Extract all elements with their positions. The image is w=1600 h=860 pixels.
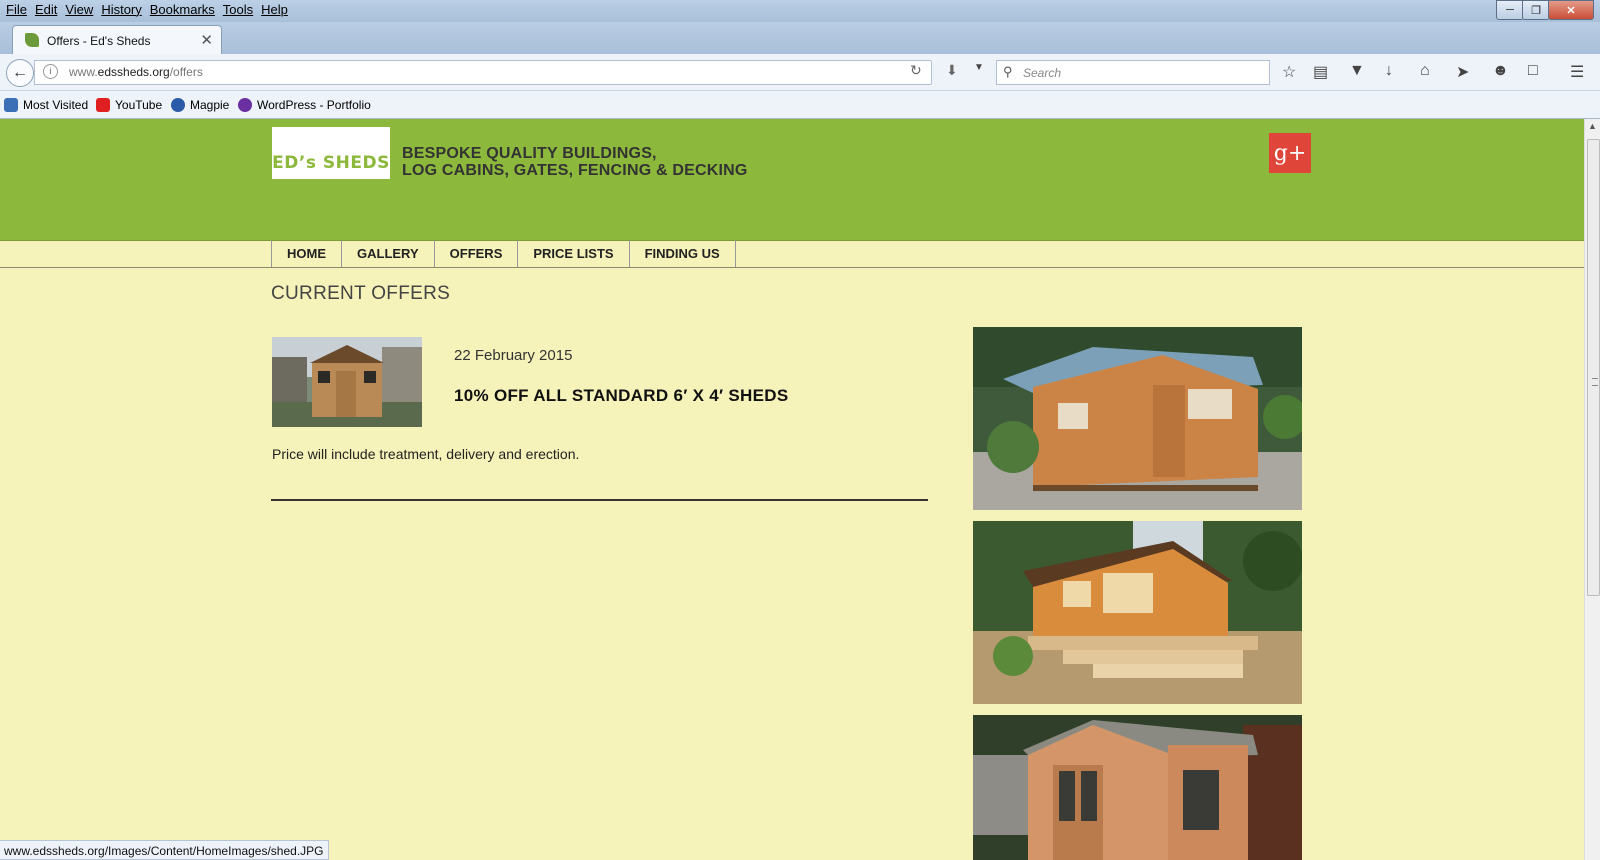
scroll-up-icon[interactable]: ▲ [1588, 121, 1597, 131]
address-bar[interactable]: i www.edssheds.org/offers [34, 60, 932, 85]
restore-button[interactable]: ❐ [1522, 0, 1550, 20]
window-close-button[interactable]: ✕ [1548, 0, 1594, 20]
search-input[interactable]: ⚲ Search [996, 60, 1270, 85]
window-title-bar: File Edit View History Bookmarks Tools H… [0, 0, 1600, 22]
vertical-scrollbar[interactable]: ▲ [1584, 119, 1600, 860]
url-text: www.edssheds.org/offers [69, 65, 203, 79]
site-tagline: BESPOKE QUALITY BUILDINGS, LOG CABINS, G… [402, 145, 748, 179]
menu-view[interactable]: View [61, 2, 97, 17]
window-icon[interactable]: □ [1528, 62, 1538, 80]
menu-bar: File Edit View History Bookmarks Tools H… [2, 2, 292, 17]
menu-bookmarks[interactable]: Bookmarks [146, 2, 219, 17]
bookmark-youtube[interactable]: YouTube [96, 98, 162, 112]
offer-description: Price will include treatment, delivery a… [272, 446, 580, 462]
hamburger-menu-icon[interactable]: ☰ [1570, 62, 1584, 82]
info-icon[interactable]: i [43, 64, 58, 79]
home-icon[interactable]: ⌂ [1420, 62, 1430, 80]
tab-offers[interactable]: Offers - Ed's Sheds ✕ [12, 25, 222, 55]
most-visited-icon [4, 98, 18, 112]
reading-list-icon[interactable]: ▤ [1313, 62, 1328, 82]
tab-title: Offers - Ed's Sheds [47, 34, 151, 48]
pocket-icon[interactable]: ▼ [1349, 62, 1365, 80]
nav-price-lists[interactable]: PRICE LISTS [518, 240, 630, 267]
send-icon[interactable]: ➤ [1456, 62, 1469, 82]
search-icon: ⚲ [1003, 64, 1013, 79]
bookmark-wordpress[interactable]: WordPress - Portfolio [238, 98, 371, 112]
scrollbar-thumb[interactable] [1587, 139, 1600, 596]
gallery-photo-log-cabin[interactable] [973, 521, 1302, 704]
nav-finding-us[interactable]: FINDING US [630, 240, 736, 267]
search-placeholder: Search [1023, 66, 1062, 80]
page-viewport: ED’s SHEDS BESPOKE QUALITY BUILDINGS, LO… [0, 119, 1584, 860]
download-icon[interactable]: ⬇ [946, 62, 958, 79]
offer-divider [271, 499, 928, 501]
nav-home[interactable]: HOME [272, 240, 342, 267]
offer-headline: 10% OFF ALL STANDARD 6′ X 4′ SHEDS [454, 386, 789, 405]
status-bar: www.edssheds.org/Images/Content/HomeImag… [0, 840, 329, 860]
offer-date: 22 February 2015 [454, 347, 573, 364]
gallery-photo-shed[interactable] [973, 327, 1302, 510]
page-title: CURRENT OFFERS [271, 283, 451, 304]
menu-history[interactable]: History [97, 2, 145, 17]
site-favicon-icon [25, 33, 39, 47]
downloads-icon[interactable]: ↓ [1385, 62, 1393, 80]
nav-offers[interactable]: OFFERS [435, 240, 519, 267]
menu-file[interactable]: File [2, 2, 31, 17]
bookmarks-toolbar: Most Visited YouTube Magpie WordPress - … [0, 91, 1600, 119]
wordpress-icon [238, 98, 252, 112]
tab-strip: Offers - Ed's Sheds ✕ + [0, 22, 1600, 69]
gallery-photo-summerhouse[interactable] [973, 715, 1302, 860]
menu-edit[interactable]: Edit [31, 2, 61, 17]
globe-icon [171, 98, 185, 112]
navigation-toolbar: ← i www.edssheds.org/offers ↻ ⬇ ▼ ⚲ Sear… [0, 54, 1600, 91]
reload-icon[interactable]: ↻ [910, 62, 922, 79]
bookmark-star-icon[interactable]: ☆ [1282, 62, 1296, 82]
tagline-line2: LOG CABINS, GATES, FENCING & DECKING [402, 162, 748, 179]
site-header: ED’s SHEDS BESPOKE QUALITY BUILDINGS, LO… [0, 119, 1584, 241]
site-navigation: HOME GALLERY OFFERS PRICE LISTS FINDING … [0, 240, 1584, 268]
site-logo[interactable]: ED’s SHEDS [272, 127, 390, 179]
chevron-down-icon[interactable]: ▼ [974, 62, 984, 73]
grip-icon [1592, 378, 1598, 386]
tagline-line1: BESPOKE QUALITY BUILDINGS, [402, 145, 657, 162]
youtube-icon [96, 98, 110, 112]
bookmark-magpie[interactable]: Magpie [171, 98, 229, 112]
offer-thumbnail-image[interactable] [272, 337, 422, 427]
menu-tools[interactable]: Tools [219, 2, 257, 17]
bookmark-most-visited[interactable]: Most Visited [4, 98, 88, 112]
google-plus-icon[interactable]: g+ [1269, 133, 1311, 173]
minimize-button[interactable]: ─ [1496, 0, 1524, 20]
nav-gallery[interactable]: GALLERY [342, 240, 435, 267]
back-arrow-icon[interactable]: ← [6, 59, 34, 87]
menu-help[interactable]: Help [257, 2, 292, 17]
tab-close-icon[interactable]: ✕ [200, 31, 213, 49]
chat-icon[interactable]: ☻ [1492, 62, 1509, 80]
